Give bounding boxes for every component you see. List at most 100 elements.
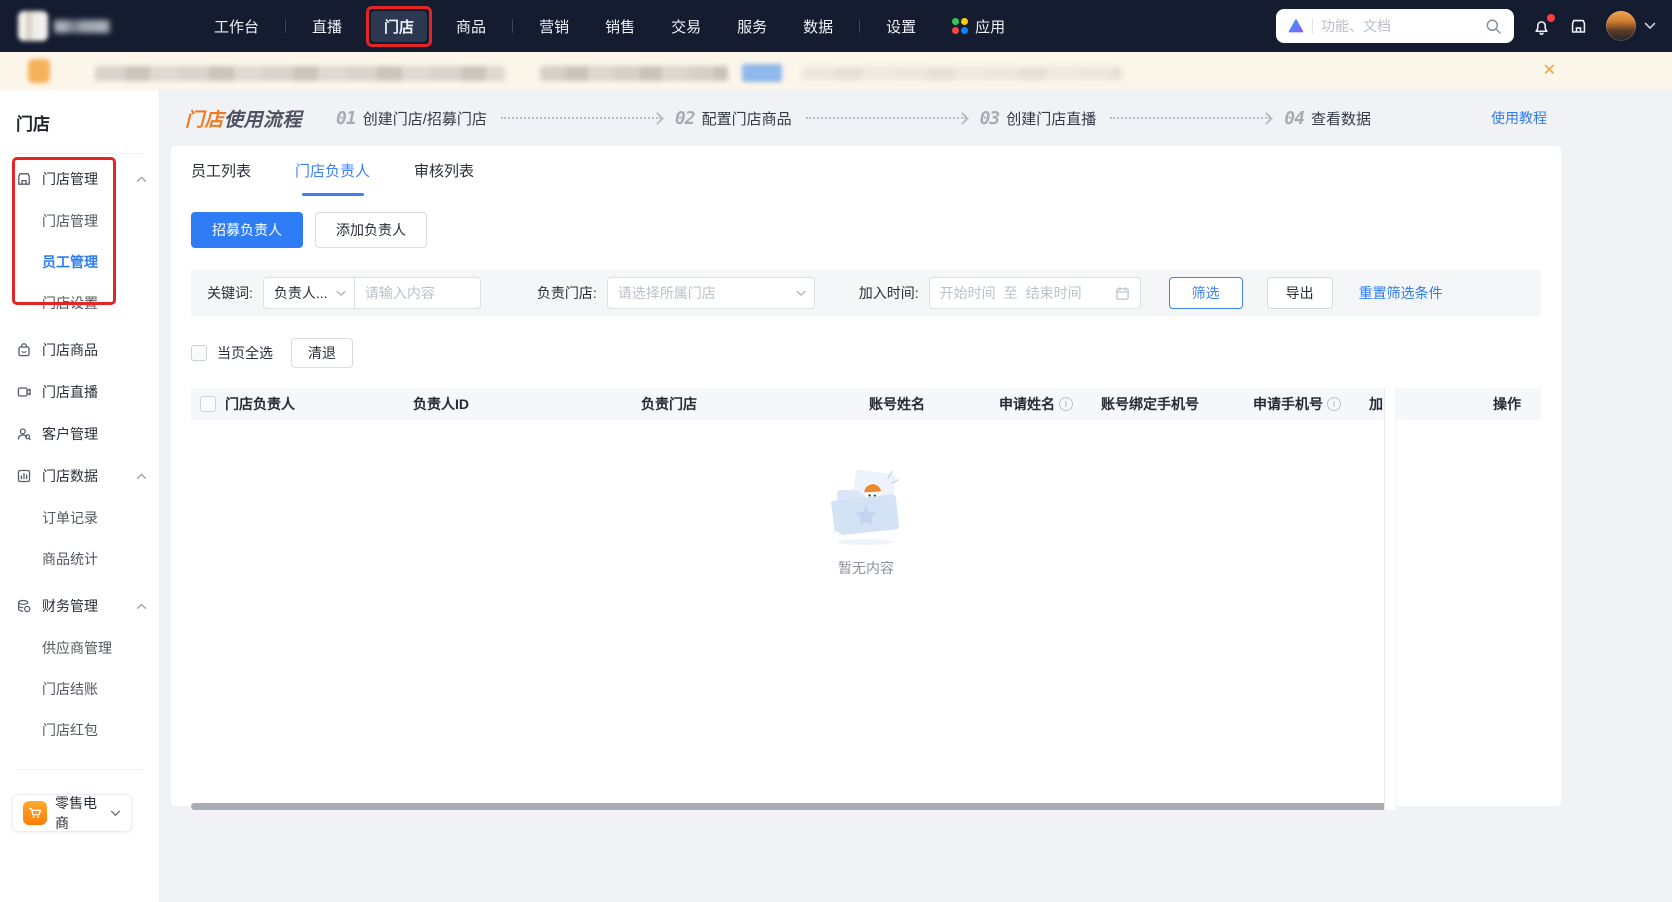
select-all-page-checkbox[interactable] (191, 345, 207, 361)
search-input[interactable] (1321, 18, 1477, 34)
sidebar-group-label: 财务管理 (42, 596, 136, 616)
empty-state-text: 暂无内容 (838, 558, 894, 578)
banner-text-blurred (802, 67, 1122, 80)
horizontal-scrollbar[interactable] (191, 803, 1391, 810)
banner-close-icon[interactable]: ✕ (1543, 61, 1556, 81)
sidebar-item-order-records[interactable]: 订单记录 (0, 497, 159, 538)
recruit-owner-button[interactable]: 招募负责人 (191, 212, 303, 248)
sidebar-item-store-settlement[interactable]: 门店结账 (0, 668, 159, 709)
sidebar-item-store-management[interactable]: 门店管理 (0, 200, 159, 241)
chevron-up-icon (136, 176, 147, 183)
filter-button[interactable]: 筛选 (1169, 277, 1243, 309)
logo-mark (18, 11, 48, 41)
flow-step-label: 查看数据 (1311, 108, 1371, 129)
sidebar-item-product-stats[interactable]: 商品统计 (0, 538, 159, 579)
tab-store-owner[interactable]: 门店负责人 (295, 160, 370, 196)
sidebar-group-store-management[interactable]: 门店管理 (0, 158, 159, 200)
tabs-bar: 员工列表 门店负责人 审核列表 (191, 146, 1541, 196)
sidebar-item-store-redpacket[interactable]: 门店红包 (0, 709, 159, 750)
shop-button[interactable] (1569, 17, 1588, 36)
user-menu[interactable] (1606, 11, 1656, 41)
dotted-arrow (806, 117, 966, 119)
tab-review-list[interactable]: 审核列表 (414, 160, 474, 196)
sidebar-item-customer-management[interactable]: 客户管理 (0, 413, 159, 455)
fixed-column-divider (1384, 388, 1396, 810)
table-header-row: 门店负责人 负责人ID 负责门店 账号姓名 申请姓名 i 账号绑定手机号 申请手… (191, 388, 1541, 420)
finance-coins-icon (16, 598, 32, 614)
nav-item-products[interactable]: 商品 (442, 10, 500, 43)
nav-item-data[interactable]: 数据 (789, 10, 847, 43)
workspace-switcher[interactable]: 零售电商 (12, 794, 132, 832)
sidebar-item-store-settings[interactable]: 门店设置 (0, 282, 159, 323)
notifications-button[interactable] (1532, 17, 1551, 36)
usage-flow-header: 门店使用流程 01 创建门店/招募门店 02 配置门店商品 03 (171, 90, 1561, 146)
chevron-up-icon (136, 473, 147, 480)
chevron-down-icon (336, 290, 346, 297)
flow-step-2: 02 配置门店商品 (675, 108, 792, 129)
chevron-down-icon (1644, 22, 1656, 30)
sidebar-group-label: 门店数据 (42, 466, 136, 486)
dismiss-button[interactable]: 清退 (291, 338, 353, 368)
tutorial-link[interactable]: 使用教程 (1471, 108, 1547, 128)
sidebar-item-store-live[interactable]: 门店直播 (0, 371, 159, 413)
storefront-icon (1569, 17, 1588, 36)
nav-item-store[interactable]: 门店 (371, 11, 427, 42)
sidebar: 门店 门店管理 门店管理 员工管理 门店设置 (0, 90, 160, 902)
global-search[interactable] (1276, 9, 1514, 43)
nav-item-live[interactable]: 直播 (298, 10, 356, 43)
retail-ecommerce-icon (23, 801, 47, 825)
select-all-label: 当页全选 (217, 343, 273, 363)
chevron-down-icon (110, 810, 121, 817)
column-label: 申请姓名 (999, 394, 1055, 414)
flow-step-number: 04 (1284, 108, 1304, 129)
info-icon[interactable]: i (1059, 397, 1073, 411)
main-layout: 门店 门店管理 门店管理 员工管理 门店设置 (0, 90, 1672, 902)
toolbar: 招募负责人 添加负责人 (191, 212, 1541, 248)
top-navigation-bar: 工作台 直播 门店 商品 营销 销售 交易 服务 数据 设置 应用 (0, 0, 1672, 52)
keyword-input[interactable] (355, 277, 481, 309)
usage-flow-title-rest: 使用流程 (224, 110, 302, 131)
app-logo-blurred[interactable] (16, 8, 112, 44)
flow-step-label: 创建门店/招募门店 (363, 108, 487, 129)
sidebar-title: 门店 (0, 90, 159, 135)
nav-item-workbench[interactable]: 工作台 (200, 10, 273, 43)
main-content: 门店使用流程 01 创建门店/招募门店 02 配置门店商品 03 (160, 90, 1672, 902)
chevron-down-icon (796, 290, 806, 297)
app-screen: 工作台 直播 门店 商品 营销 销售 交易 服务 数据 设置 应用 (0, 0, 1672, 902)
nav-divider (512, 19, 513, 33)
add-owner-button[interactable]: 添加负责人 (315, 212, 427, 248)
sidebar-item-store-products[interactable]: 门店商品 (0, 329, 159, 371)
search-icon[interactable] (1485, 18, 1502, 35)
sidebar-group-store-data[interactable]: 门店数据 (0, 455, 159, 497)
sidebar-item-supplier-management[interactable]: 供应商管理 (0, 627, 159, 668)
keyword-type-select[interactable]: 负责人... (263, 277, 355, 309)
header-select-checkbox[interactable] (200, 396, 216, 412)
sidebar-item-employee-management[interactable]: 员工管理 (0, 241, 159, 282)
join-time-label: 加入时间: (859, 283, 919, 303)
join-time-range-picker[interactable]: 开始时间 至 结束时间 (929, 277, 1141, 309)
chevron-up-icon (136, 603, 147, 610)
column-header-owner-id: 负责人ID (413, 394, 641, 414)
nav-item-apps[interactable]: 应用 (938, 10, 1019, 43)
column-header-bound-phone: 账号绑定手机号 (1101, 394, 1253, 414)
store-select[interactable]: 请选择所属门店 (607, 277, 815, 309)
nav-item-service[interactable]: 服务 (723, 10, 781, 43)
nav-item-sales[interactable]: 销售 (591, 10, 649, 43)
column-label: 申请手机号 (1253, 394, 1323, 414)
nav-item-settings[interactable]: 设置 (872, 10, 930, 43)
export-button[interactable]: 导出 (1267, 277, 1333, 309)
nav-item-trade[interactable]: 交易 (657, 10, 715, 43)
nav-item-marketing[interactable]: 营销 (525, 10, 583, 43)
info-icon[interactable]: i (1327, 397, 1341, 411)
notice-banner: ✕ (0, 52, 1672, 90)
bulk-select-row: 当页全选 清退 (191, 338, 1541, 368)
column-header-apply-phone: 申请手机号 i (1253, 394, 1369, 414)
start-date-placeholder: 开始时间 (940, 283, 996, 303)
sidebar-group-label: 门店管理 (42, 169, 136, 189)
reset-filters-link[interactable]: 重置筛选条件 (1359, 283, 1443, 303)
end-date-placeholder: 结束时间 (1026, 283, 1082, 303)
empty-state: 暂无内容 (818, 464, 914, 578)
sidebar-group-finance[interactable]: 财务管理 (0, 585, 159, 627)
tab-employee-list[interactable]: 员工列表 (191, 160, 251, 196)
scrollbar-thumb[interactable] (191, 803, 1391, 810)
